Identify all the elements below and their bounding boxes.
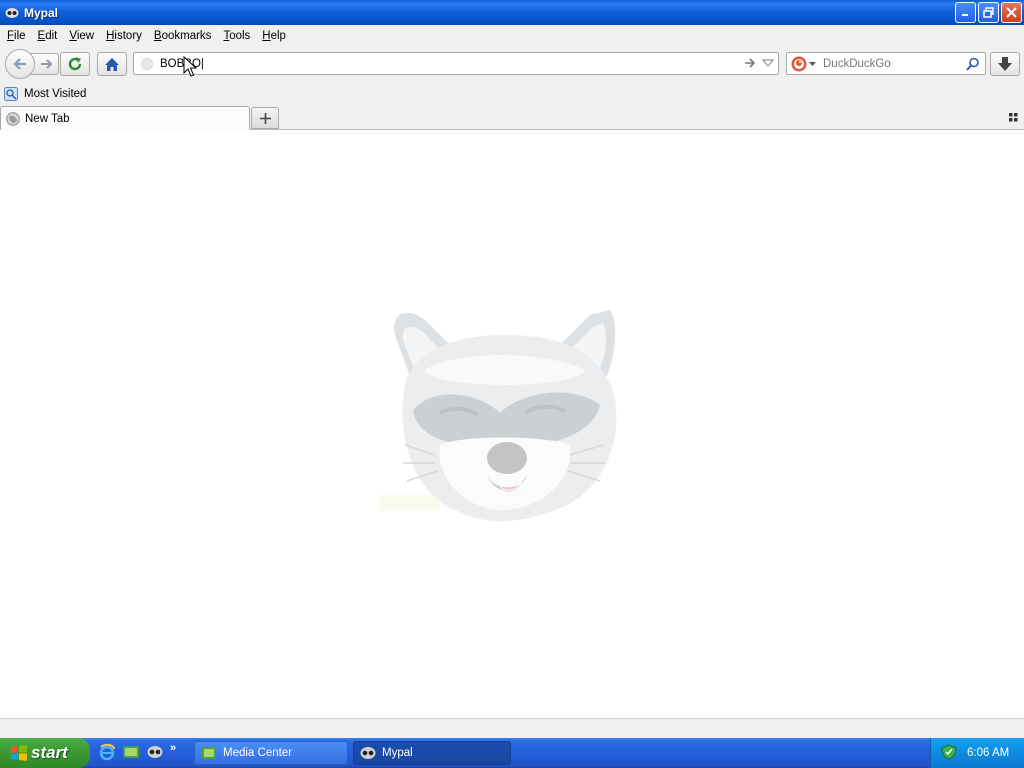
menu-view[interactable]: View [64,30,99,42]
close-button[interactable] [1001,2,1022,23]
search-bar[interactable] [786,52,986,75]
status-bar [0,718,1024,738]
menu-tools[interactable]: Tools [218,30,255,42]
url-dropdown-icon[interactable] [761,58,775,71]
search-engine-selector[interactable] [791,56,816,72]
menu-help[interactable]: Help [257,30,291,42]
chevron-down-icon [809,61,816,66]
quick-launch: » [98,742,176,761]
close-icon [1006,7,1017,18]
mypal-icon[interactable] [146,743,164,761]
system-tray: 6:06 AM [930,738,1024,768]
minimize-icon [962,14,968,16]
forward-arrow-icon [40,59,52,69]
minimize-button[interactable] [955,2,976,23]
mypal-icon [360,747,376,759]
title-bar[interactable]: Mypal [0,0,1024,25]
url-bar[interactable] [133,52,779,75]
window-title: Mypal [24,5,59,20]
reload-icon [68,57,82,71]
bookmark-label: Most Visited [24,88,87,100]
tab-strip: New Tab [0,106,1024,130]
media-center-icon[interactable] [122,743,140,761]
quick-launch-more-icon[interactable]: » [170,742,176,754]
tab-groups-icon[interactable] [1009,113,1018,125]
clock[interactable]: 6:06 AM [967,747,1009,759]
home-button[interactable] [97,52,127,76]
go-arrow-icon[interactable] [744,57,756,72]
plus-icon [259,112,271,124]
restore-icon [983,7,994,18]
menu-bookmarks[interactable]: Bookmarks [149,30,217,42]
menu-file[interactable]: File [2,30,31,42]
internet-explorer-icon[interactable] [98,743,116,761]
tab-new-tab[interactable]: New Tab [0,106,250,130]
bookmark-most-visited[interactable]: Most Visited [4,87,86,101]
menu-history[interactable]: History [101,30,147,42]
page-content [0,130,1024,718]
new-tab-button[interactable] [251,107,279,129]
back-button[interactable] [5,49,35,79]
reload-button[interactable] [60,52,90,76]
mypal-app-icon [4,5,20,21]
start-label: start [31,743,68,762]
menu-bar: File Edit View History Bookmarks Tools H… [0,25,1024,46]
restore-button[interactable] [978,2,999,23]
taskbar-item-media-center[interactable]: Media Center [194,741,348,765]
search-input[interactable] [823,55,963,72]
media-center-icon [202,747,216,759]
url-input[interactable] [160,55,720,72]
back-arrow-icon [13,58,26,70]
raccoon-head-image [380,310,617,522]
search-icon[interactable] [966,57,980,74]
windows-flag-icon [11,745,27,761]
menu-edit[interactable]: Edit [33,30,63,42]
bookmark-folder-icon [4,87,18,101]
mouse-cursor-icon [183,56,197,77]
start-button[interactable]: start [0,738,90,768]
navigation-toolbar [0,46,1024,82]
security-shield-icon[interactable] [941,743,957,763]
download-arrow-icon [998,57,1012,71]
taskbar-item-mypal[interactable]: Mypal [353,741,511,765]
downloads-button[interactable] [990,52,1020,76]
globe-icon [6,111,20,126]
page-favicon [141,58,153,70]
home-icon [105,57,119,71]
bookmarks-toolbar: Most Visited [0,82,1024,106]
duckduckgo-icon [791,56,807,72]
taskbar: start » Media Center Mypal 6:06 AM [0,738,1024,768]
tab-label: New Tab [25,112,70,125]
